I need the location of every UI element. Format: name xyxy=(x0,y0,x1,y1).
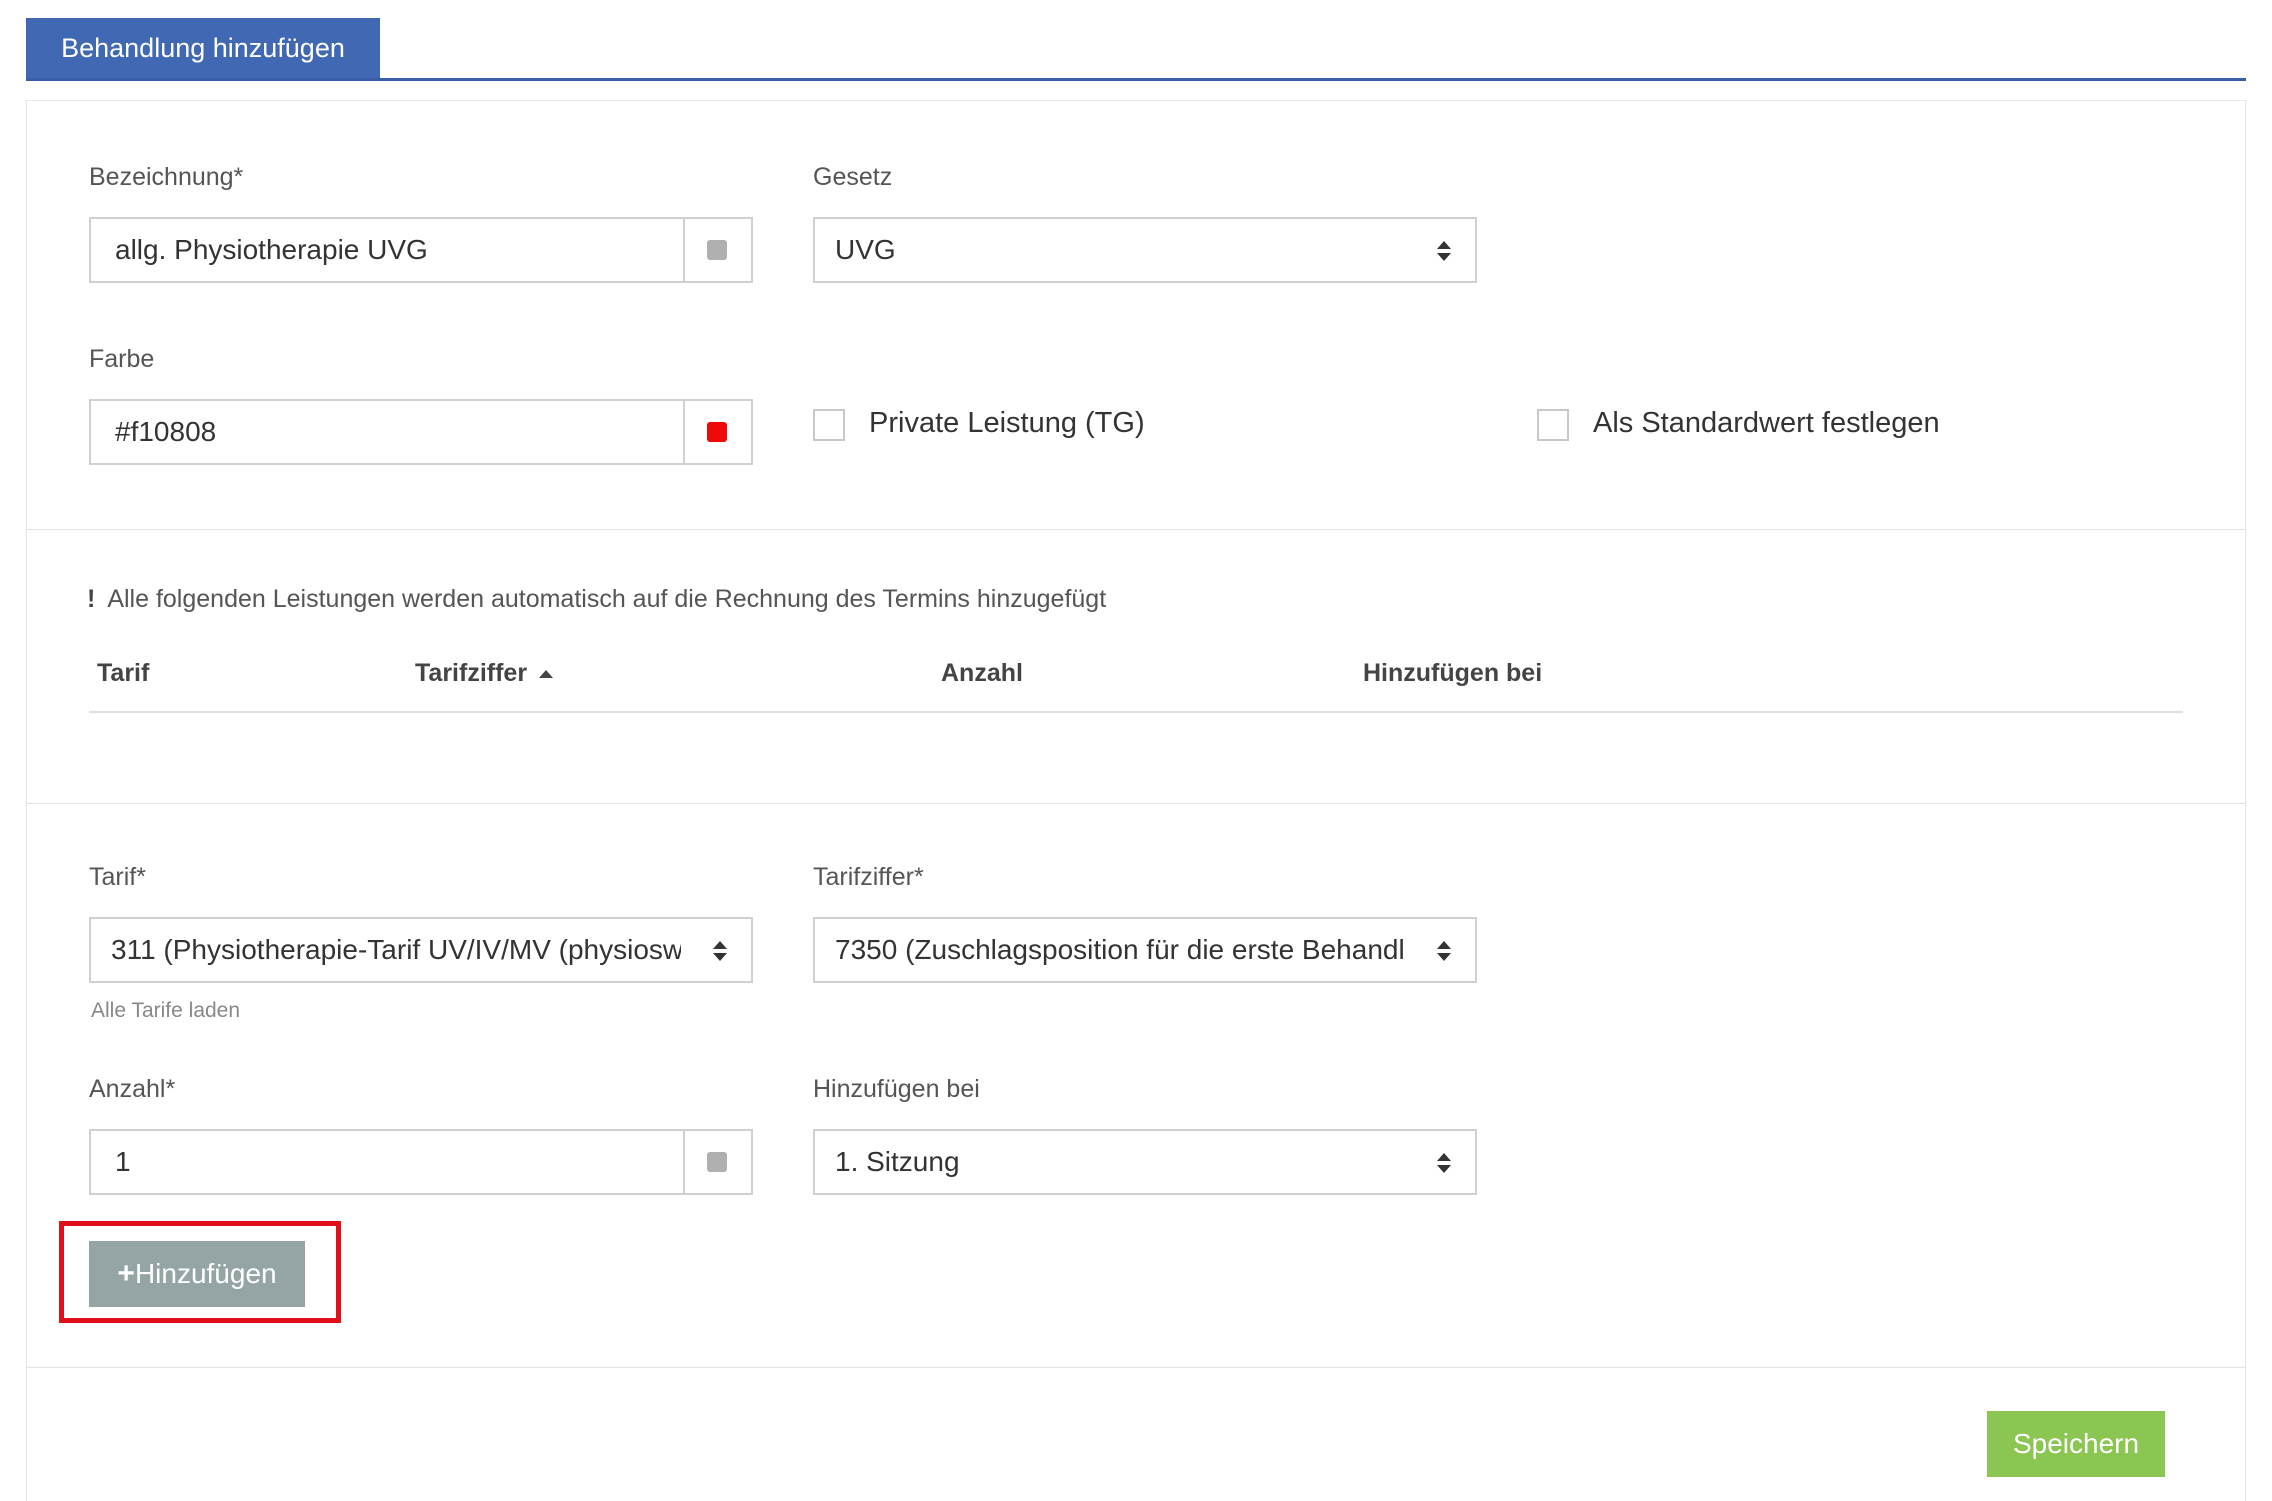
gray-swatch-icon xyxy=(707,1152,727,1172)
sort-icon xyxy=(1437,941,1451,961)
alle-tarife-laden-link[interactable]: Alle Tarife laden xyxy=(91,999,240,1023)
section-divider xyxy=(27,529,2245,530)
bezeichnung-addon[interactable] xyxy=(683,219,751,281)
services-notice: ! Alle folgenden Leistungen werden automa… xyxy=(87,585,1106,614)
column-header-tarif[interactable]: Tarif xyxy=(97,659,149,688)
hinzufuegen-bei-select[interactable]: 1. Sitzung xyxy=(813,1129,1477,1195)
farbe-field[interactable]: #f10808 xyxy=(89,399,753,465)
anzahl-value: 1 xyxy=(115,1146,131,1177)
column-header-anzahl[interactable]: Anzahl xyxy=(941,659,1023,688)
tab-behandlung-hinzufuegen[interactable]: Behandlung hinzufügen xyxy=(26,18,380,78)
tarif-select[interactable]: 311 (Physiotherapie-Tarif UV/IV/MV (phys… xyxy=(89,917,753,983)
anzahl-label: Anzahl* xyxy=(89,1075,176,1103)
color-picker-addon[interactable] xyxy=(683,401,751,463)
tab-bar: Behandlung hinzufügen xyxy=(26,18,2246,81)
tarifziffer-label: Tarifziffer* xyxy=(813,863,924,891)
sort-icon xyxy=(1437,1153,1451,1173)
farbe-value: #f10808 xyxy=(115,416,217,447)
section-divider xyxy=(27,1367,2245,1368)
standardwert-checkbox[interactable] xyxy=(1537,409,1569,441)
bezeichnung-value: allg. Physiotherapie UVG xyxy=(115,234,428,265)
tarif-value: 311 (Physiotherapie-Tarif UV/IV/MV (phys… xyxy=(111,934,681,965)
hinzufuegen-bei-label: Hinzufügen bei xyxy=(813,1075,980,1103)
tarif-label: Tarif* xyxy=(89,863,146,891)
form-panel: Bezeichnung* allg. Physiotherapie UVG Ge… xyxy=(26,100,2246,1501)
private-leistung-checkbox[interactable] xyxy=(813,409,845,441)
anzahl-field[interactable]: 1 xyxy=(89,1129,753,1195)
table-header-line xyxy=(89,711,2183,713)
tarifziffer-select[interactable]: 7350 (Zuschlagsposition für die erste Be… xyxy=(813,917,1477,983)
column-header-tarifziffer[interactable]: Tarifziffer xyxy=(415,659,554,688)
bezeichnung-label: Bezeichnung* xyxy=(89,163,244,191)
exclamation-icon: ! xyxy=(87,585,96,613)
hinzufuegen-button[interactable]: +Hinzufügen xyxy=(89,1241,305,1307)
gray-swatch-icon xyxy=(707,240,727,260)
farbe-label: Farbe xyxy=(89,345,155,373)
anzahl-addon[interactable] xyxy=(683,1131,751,1193)
color-swatch-icon xyxy=(707,422,727,442)
plus-icon: + xyxy=(117,1257,135,1290)
hinzufuegen-button-label: Hinzufügen xyxy=(134,1258,277,1289)
section-divider xyxy=(27,803,2245,804)
hinzufuegen-bei-value: 1. Sitzung xyxy=(835,1146,960,1177)
private-leistung-label: Private Leistung (TG) xyxy=(869,407,1145,439)
gesetz-value: UVG xyxy=(835,234,896,265)
column-header-tarifziffer-label: Tarifziffer xyxy=(415,659,528,687)
column-header-hinzufuegen-bei[interactable]: Hinzufügen bei xyxy=(1363,659,1542,688)
tarifziffer-value: 7350 (Zuschlagsposition für die erste Be… xyxy=(835,934,1405,965)
speichern-button[interactable]: Speichern xyxy=(1987,1411,2165,1477)
bezeichnung-field[interactable]: allg. Physiotherapie UVG xyxy=(89,217,753,283)
sort-ascending-icon xyxy=(539,670,554,679)
standardwert-label: Als Standardwert festlegen xyxy=(1593,407,1940,439)
sort-icon xyxy=(1437,241,1451,261)
gesetz-label: Gesetz xyxy=(813,163,893,191)
services-notice-text: Alle folgenden Leistungen werden automat… xyxy=(107,585,1107,613)
gesetz-select[interactable]: UVG xyxy=(813,217,1477,283)
sort-icon xyxy=(713,941,727,961)
